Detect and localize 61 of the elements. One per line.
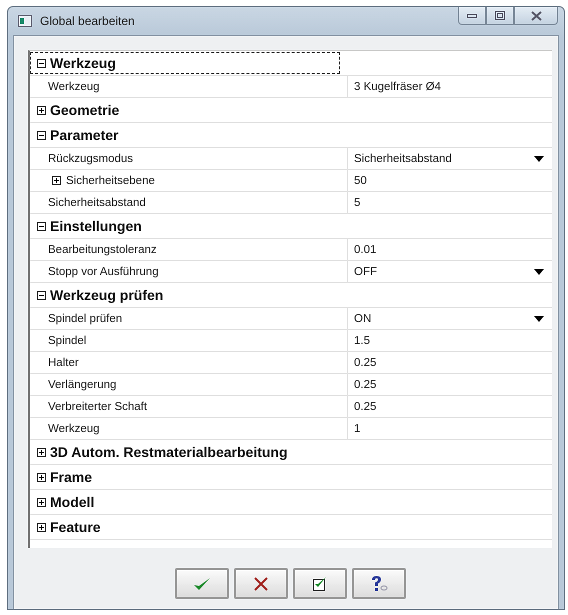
group-header[interactable]: Werkzeug prüfen: [30, 284, 340, 306]
value-dropdown[interactable]: Sicherheitsabstand: [348, 148, 552, 169]
property-name: Halter: [30, 352, 348, 373]
group-header[interactable]: Werkzeug: [30, 52, 340, 74]
property-name: Verbreiterter Schaft: [30, 396, 348, 417]
cancel-button[interactable]: [234, 568, 288, 599]
property-name: Werkzeug: [30, 76, 348, 97]
ok-button[interactable]: [174, 568, 228, 599]
expand-icon[interactable]: [52, 176, 61, 185]
property-name: Stopp vor Ausführung: [30, 261, 348, 282]
value-field[interactable]: 0.01: [348, 239, 552, 260]
close-icon: [530, 10, 542, 20]
expand-icon[interactable]: [37, 448, 46, 456]
value-field[interactable]: 1.5: [348, 330, 552, 351]
value-field[interactable]: 3 Kugelfräser Ø4: [348, 76, 552, 97]
collapse-icon[interactable]: [37, 222, 46, 230]
close-button[interactable]: [514, 7, 558, 25]
collapse-icon[interactable]: [37, 290, 46, 300]
expand-icon[interactable]: [37, 472, 46, 482]
property-name: Verlängerung: [30, 374, 348, 395]
maximize-button[interactable]: [486, 7, 514, 25]
property-name: Spindel: [30, 330, 348, 351]
value-field[interactable]: 5: [348, 192, 552, 213]
dropdown-arrow-icon: [534, 316, 544, 322]
expand-icon[interactable]: [37, 498, 46, 506]
app-icon: [18, 15, 32, 27]
window-title: Global bearbeiten: [40, 14, 135, 28]
property-name: Rückzugsmodus: [30, 148, 348, 169]
apply-button[interactable]: [292, 568, 346, 599]
value-dropdown[interactable]: OFF: [348, 261, 552, 282]
minimize-button[interactable]: [458, 7, 486, 25]
help-button[interactable]: [352, 568, 406, 599]
expand-icon[interactable]: [37, 522, 46, 532]
value-field[interactable]: 0.25: [348, 396, 552, 417]
value-field[interactable]: 0.25: [348, 374, 552, 395]
group-header[interactable]: Modell: [30, 491, 340, 513]
value-field[interactable]: 50: [348, 170, 552, 191]
group-header[interactable]: Parameter: [30, 124, 340, 146]
value-field[interactable]: 0.25: [348, 352, 552, 373]
group-header[interactable]: Feature: [30, 516, 340, 538]
expand-icon[interactable]: [37, 106, 46, 114]
dropdown-arrow-icon: [534, 156, 544, 162]
minimize-icon: [467, 12, 477, 18]
checkmark-icon: [192, 576, 210, 592]
property-name: Bearbeitungstoleranz: [30, 239, 348, 260]
property-name: Spindel prüfen: [30, 308, 348, 329]
group-header[interactable]: 3D Autom. Restmaterialbearbeitung: [30, 441, 340, 463]
dropdown-arrow-icon: [534, 268, 544, 274]
maximize-icon: [495, 11, 505, 20]
close-icon: [254, 576, 268, 590]
checkbox-icon: [312, 576, 328, 592]
property-name: Sicherheitsabstand: [30, 192, 348, 213]
group-header[interactable]: Geometrie: [30, 99, 340, 121]
group-header[interactable]: Einstellungen: [30, 215, 340, 237]
collapse-icon[interactable]: [37, 130, 46, 140]
value-dropdown[interactable]: ON: [348, 308, 552, 329]
collapse-icon[interactable]: [37, 58, 46, 68]
value-field[interactable]: 1: [348, 418, 552, 439]
group-header[interactable]: Frame: [30, 466, 340, 488]
property-name: Sicherheitsebene: [30, 170, 348, 191]
property-name: Werkzeug: [30, 418, 348, 439]
